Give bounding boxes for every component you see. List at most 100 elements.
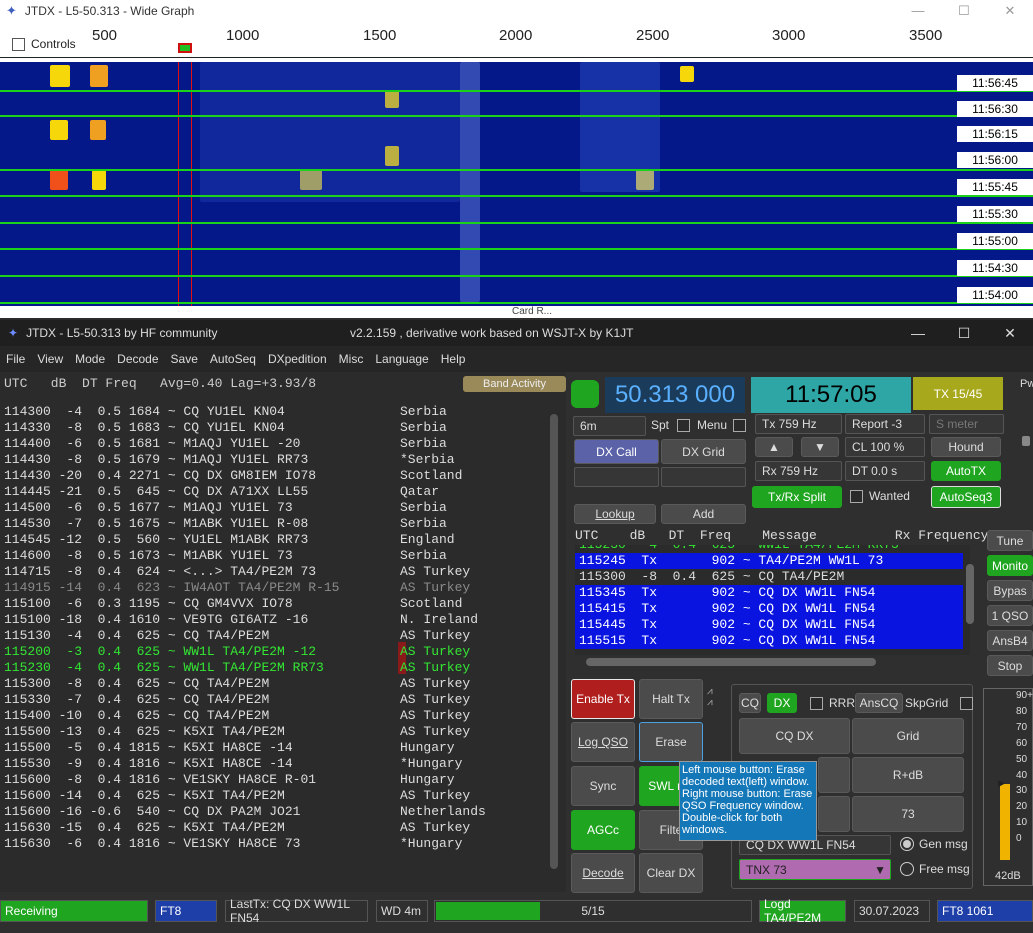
decode-row[interactable]: 115600 -14 0.4 625 ~ K5XI TA4/PE2M AS Tur…: [4, 788, 544, 804]
menu-view[interactable]: View: [37, 352, 63, 366]
free-message-select[interactable]: TNX 73 ▼: [739, 859, 891, 880]
dial-frequency[interactable]: 50.313 000: [605, 377, 745, 413]
menu-checkbox[interactable]: Menu: [697, 418, 752, 432]
tx-frequency-spinbox[interactable]: Tx 759 Hz: [755, 414, 842, 434]
autotx-button[interactable]: AutoTX: [931, 461, 1001, 481]
menu-misc[interactable]: Misc: [339, 352, 364, 366]
rx-row[interactable]: 115445 Tx 902 ~ CQ DX WW1L FN54: [575, 617, 963, 633]
rr73-button[interactable]: [818, 796, 850, 832]
frequency-scale[interactable]: Controls 500 1000 1500 2000 2500 3000 35…: [0, 27, 1033, 62]
rx-row[interactable]: 115345 Tx 902 ~ CQ DX WW1L FN54: [575, 585, 963, 601]
rx-row[interactable]: 115300 -8 0.4 625 ~ CQ TA4/PE2M: [575, 569, 970, 585]
stop-button[interactable]: Stop: [987, 655, 1033, 676]
monitor-button[interactable]: Monito: [987, 555, 1033, 576]
sync-button[interactable]: Sync: [571, 766, 635, 806]
agcc-button[interactable]: AGCc: [571, 810, 635, 850]
decode-row[interactable]: 114915 -14 0.4 623 ~ IW4AOT TA4/PE2M R-1…: [4, 580, 544, 596]
one-qso-button[interactable]: 1 QSO: [987, 605, 1033, 626]
minimize-icon[interactable]: —: [895, 0, 941, 22]
skpgrid-checkbox-box[interactable]: [960, 696, 974, 710]
rx-frequency-list[interactable]: 115230 -4 0.4 625 ~ WW1L TA4/PE2M RR7311…: [575, 545, 970, 655]
menu-save[interactable]: Save: [171, 352, 198, 366]
dx-button[interactable]: DX: [767, 693, 797, 713]
band-select[interactable]: 6m: [573, 416, 646, 436]
decode-row[interactable]: 115300 -8 0.4 625 ~ CQ TA4/PE2M AS Turkey: [4, 676, 544, 692]
erase-button[interactable]: Erase: [639, 722, 703, 762]
ansb4-button[interactable]: AnsB4: [987, 630, 1033, 651]
up-arrow-button[interactable]: ▲: [755, 437, 793, 457]
minimize-icon[interactable]: —: [895, 320, 941, 346]
rx-list-hscrollbar[interactable]: [580, 658, 960, 666]
decode-row[interactable]: 114530 -7 0.5 1675 ~ M1ABK YU1EL R-08 Ser…: [4, 516, 544, 532]
menu-autoseq[interactable]: AutoSeq: [210, 352, 256, 366]
tx-period-button[interactable]: TX 15/45: [913, 377, 1003, 410]
rx-marker[interactable]: [178, 43, 192, 53]
gen-msg-radio[interactable]: Gen msg: [900, 837, 968, 851]
decode-row[interactable]: 115230 -4 0.4 625 ~ WW1L TA4/PE2M RR73 AS…: [4, 660, 544, 676]
free-msg-radio[interactable]: Free msg: [900, 862, 970, 876]
close-icon[interactable]: ✕: [987, 320, 1033, 346]
decode-scrollbar[interactable]: [548, 396, 560, 890]
decode-row[interactable]: 115330 -7 0.4 625 ~ CQ TA4/PE2M AS Turkey: [4, 692, 544, 708]
gen-msg-radio-dot[interactable]: [900, 837, 914, 851]
dx-call-button[interactable]: DX Call: [574, 439, 659, 464]
rx-list-scrollbar[interactable]: [965, 556, 975, 652]
lookup-button[interactable]: Lookup: [574, 504, 656, 524]
decode-row[interactable]: 114400 -6 0.5 1681 ~ M1AQJ YU1EL -20 Serb…: [4, 436, 544, 452]
add-button[interactable]: Add: [661, 504, 746, 524]
waterfall[interactable]: 11:56:45 11:56:30 11:56:15 11:56:00 11:5…: [0, 62, 1033, 306]
controls-checkbox-box[interactable]: [12, 37, 25, 51]
decode-button[interactable]: Decode: [571, 853, 635, 893]
grid-button[interactable]: Grid: [852, 718, 964, 754]
anscq-button[interactable]: AnsCQ: [855, 693, 903, 713]
decode-row[interactable]: 115100 -18 0.4 1610 ~ VE9TG GI6ATZ -16 N.…: [4, 612, 544, 628]
spot-checkbox[interactable]: Spt: [651, 418, 696, 432]
rx-row[interactable]: 115230 -4 0.4 625 ~ WW1L TA4/PE2M RR73: [575, 545, 970, 553]
wanted-checkbox[interactable]: Wanted: [850, 489, 910, 503]
decode-row[interactable]: 115630 -15 0.4 625 ~ K5XI TA4/PE2M AS Tur…: [4, 820, 544, 836]
skpgrid-checkbox[interactable]: SkpGrid: [905, 696, 979, 710]
decode-list[interactable]: 114300 -4 0.5 1684 ~ CQ YU1EL KN04 Serbia…: [4, 404, 544, 852]
halt-tx-button[interactable]: Halt Tx: [639, 679, 703, 719]
free-msg-radio-dot[interactable]: [900, 862, 914, 876]
rx-frequency-spinbox[interactable]: Rx 759 Hz: [755, 461, 842, 481]
decode-row[interactable]: 115530 -9 0.4 1816 ~ K5XI HA8CE -14 *Hung…: [4, 756, 544, 772]
decode-row[interactable]: 114300 -4 0.5 1684 ~ CQ YU1EL KN04 Serbia: [4, 404, 544, 420]
tune-button[interactable]: Tune: [987, 530, 1033, 551]
menu-dxpedition[interactable]: DXpedition: [268, 352, 327, 366]
tab-arrows-icon[interactable]: ⩘ ⩘: [707, 686, 713, 708]
decode-row[interactable]: 115600 -16 -0.6 540 ~ CQ DX PA2M JO21 Net…: [4, 804, 544, 820]
down-arrow-button[interactable]: ▼: [801, 437, 839, 457]
spot-checkbox-box[interactable]: [677, 418, 691, 432]
decode-row[interactable]: 115200 -3 0.4 625 ~ WW1L TA4/PE2M -12 AS …: [4, 644, 544, 660]
cq-dx-button[interactable]: CQ DX: [739, 718, 850, 754]
maximize-icon[interactable]: ☐: [941, 320, 987, 346]
decode-row[interactable]: 114445 -21 0.5 645 ~ CQ DX A71XX LL55 Qat…: [4, 484, 544, 500]
clear-dx-button[interactable]: Clear DX: [639, 853, 703, 893]
rx-row[interactable]: 115245 Tx 902 ~ TA4/PE2M WW1L 73: [575, 553, 963, 569]
txrx-split-button[interactable]: Tx/Rx Split: [752, 486, 842, 508]
close-icon[interactable]: ✕: [987, 0, 1033, 22]
rx-row[interactable]: 115415 Tx 902 ~ CQ DX WW1L FN54: [575, 601, 963, 617]
cl-spinbox[interactable]: CL 100 %: [845, 437, 925, 457]
decode-row[interactable]: 114500 -6 0.5 1677 ~ M1AQJ YU1EL 73 Serbi…: [4, 500, 544, 516]
dx-call-input[interactable]: [574, 467, 659, 487]
dx-grid-input[interactable]: [661, 467, 746, 487]
menu-decode[interactable]: Decode: [117, 352, 158, 366]
menu-checkbox-box[interactable]: [733, 418, 747, 432]
decode-row[interactable]: 115130 -4 0.4 625 ~ CQ TA4/PE2M AS Turkey: [4, 628, 544, 644]
decode-row[interactable]: 115630 -6 0.4 1816 ~ VE1SKY HA8CE 73 *Hun…: [4, 836, 544, 852]
wanted-checkbox-box[interactable]: [850, 489, 863, 503]
rx-row[interactable]: 115515 Tx 902 ~ CQ DX WW1L FN54: [575, 633, 963, 649]
controls-checkbox[interactable]: Controls: [12, 37, 76, 51]
decode-row[interactable]: 115100 -6 0.3 1195 ~ CQ GM4VVX IO78 Scotl…: [4, 596, 544, 612]
hound-button[interactable]: Hound: [931, 437, 1001, 457]
rdb-button[interactable]: R+dB: [852, 757, 964, 793]
decode-row[interactable]: 114430 -20 0.4 2271 ~ CQ DX GM8IEM IO78 S…: [4, 468, 544, 484]
menu-mode[interactable]: Mode: [75, 352, 105, 366]
decode-row[interactable]: 114600 -8 0.5 1673 ~ M1ABK YU1EL 73 Serbi…: [4, 548, 544, 564]
decode-row[interactable]: 115400 -10 0.4 625 ~ CQ TA4/PE2M AS Turke…: [4, 708, 544, 724]
rrr-checkbox[interactable]: RRR: [810, 696, 855, 710]
dt-spinbox[interactable]: DT 0.0 s: [845, 461, 925, 481]
decode-row[interactable]: 114715 -8 0.4 624 ~ <...> TA4/PE2M 73 AS …: [4, 564, 544, 580]
